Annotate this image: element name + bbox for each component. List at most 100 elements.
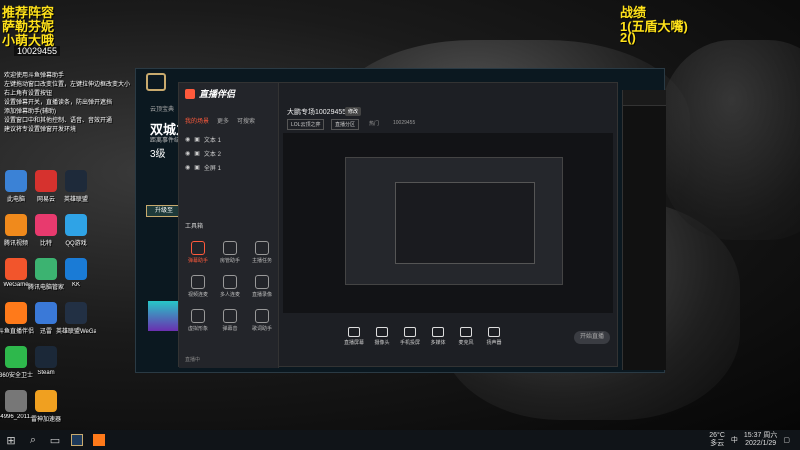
control-icon (404, 327, 416, 337)
desktop-icon[interactable]: 雷神加速器 (26, 390, 66, 423)
tool-button[interactable]: 房管助手 (215, 241, 245, 264)
app-icon (65, 302, 87, 324)
task-view-icon[interactable]: ▭ (44, 430, 66, 450)
tab-2[interactable]: 可搜索 (237, 116, 255, 125)
clock-date: 2022/1/29 (745, 440, 777, 447)
search-icon[interactable]: ⌕ (22, 430, 44, 450)
scene-panel: 直播伴侣 我的场景 更多 可搜索 ◉ ▣ 文本 1 ◉ ▣ 文本 2 ◉ ▣ 全屏 1 工具箱 弹幕… (179, 83, 279, 368)
edit-badge[interactable]: 修改 (345, 107, 362, 116)
app-icon (65, 170, 87, 192)
language-indicator[interactable]: 中 (731, 435, 738, 445)
lock-icon[interactable]: ▣ (194, 164, 200, 171)
status-line: 直播中 (185, 357, 201, 363)
desktop-icon-label: 英雄联盟 (63, 197, 88, 203)
app-icon (5, 302, 27, 324)
level-text: 3级 (150, 149, 166, 160)
tab-0[interactable]: 我的场景 (185, 116, 209, 125)
tab-1[interactable]: 更多 (217, 116, 229, 125)
system-tray: 26°C 多云 中 15:37 周六 2022/1/29 ▢ (709, 430, 800, 450)
tool-button[interactable]: 主播任务 (247, 241, 277, 264)
category-1[interactable]: LOL云顶之弈 (287, 119, 325, 130)
bottom-control[interactable]: 直播屏幕 (339, 327, 369, 346)
start-live-button[interactable]: 开始直播 (574, 331, 610, 344)
tool-button[interactable]: 虚拟形象 (183, 309, 213, 332)
tool-label: 房管助手 (219, 258, 240, 264)
app-icon (5, 214, 27, 236)
eye-icon[interactable]: ◉ (185, 136, 190, 143)
desktop-icon-label: 英雄联盟WeGame版 (56, 329, 96, 335)
tool-icon (191, 309, 205, 323)
tool-label: 弹幕助手 (187, 258, 208, 264)
desktop-icon[interactable]: QQ游戏 (56, 214, 96, 247)
app-icon (5, 170, 27, 192)
scene-label: 文本 1 (203, 137, 221, 144)
nested-preview-2 (395, 182, 535, 264)
tool-button[interactable]: 歌词助手 (247, 309, 277, 332)
danmaku-notice: 欢迎使用斗鱼弹幕助手 左键拖动窗口改变位置，左键拉伸边框改变大小 右上角有设置按钮设… (4, 72, 132, 135)
app-icon (35, 170, 57, 192)
start-button[interactable]: ⊞ (0, 430, 22, 450)
control-label: 摄像头 (374, 340, 390, 346)
desktop-icon[interactable]: 英雄联盟WeGame版 (56, 302, 96, 335)
tool-button[interactable]: 直播录像 (247, 275, 277, 298)
scene-label: 全屏 1 (203, 165, 221, 172)
app-icon (65, 214, 87, 236)
control-label: 手机投屏 (399, 340, 420, 346)
app-icon (5, 346, 27, 368)
toolbox-title: 工具箱 (185, 224, 204, 230)
tool-button[interactable]: 多人连麦 (215, 275, 245, 298)
lock-icon[interactable]: ▣ (194, 136, 200, 143)
tool-label: 主播任务 (251, 258, 272, 264)
desktop-icon[interactable]: Steam (26, 346, 66, 376)
tool-icon (223, 275, 237, 289)
app-icon (5, 258, 27, 280)
app-icon (5, 390, 27, 412)
app-icon (35, 214, 57, 236)
explorer-toolbar (623, 90, 666, 106)
scene-row[interactable]: ◉ ▣ 文本 1 (179, 132, 278, 146)
bottom-control[interactable]: 麦克风 (451, 327, 481, 346)
notice-line: 设置弹幕开关，直播读条，防出弹开遮挡 (4, 100, 113, 106)
scene-row[interactable]: ◉ ▣ 全屏 1 (179, 160, 278, 174)
app-icon (35, 302, 57, 324)
tool-label: 多人连麦 (219, 292, 240, 298)
category-2[interactable]: 直播分区 (331, 119, 360, 130)
tool-icon (255, 309, 269, 323)
notice-line: 左键拖动窗口改变位置，左键拉伸边框改变大小 (4, 82, 131, 88)
room-title: 大鹏专场10029455 (287, 109, 347, 116)
clock-time: 15:37 周六 (743, 432, 778, 439)
desktop-icon-label: 雷神加速器 (30, 417, 61, 423)
bottom-control[interactable]: 扬声器 (479, 327, 509, 346)
eye-icon[interactable]: ◉ (185, 164, 190, 171)
bottom-control[interactable]: 手机投屏 (395, 327, 425, 346)
desktop-icon[interactable]: KK (56, 258, 96, 288)
taskbar-app-icon[interactable] (66, 430, 88, 450)
desktop-icon[interactable]: 英雄联盟 (56, 170, 96, 203)
file-explorer-window[interactable] (622, 90, 666, 370)
notification-icon[interactable]: ▢ (783, 436, 790, 444)
tool-button[interactable]: 弹幕助手 (183, 241, 213, 264)
scene-list: ◉ ▣ 文本 1 ◉ ▣ 文本 2 ◉ ▣ 全屏 1 (179, 132, 278, 174)
scene-row[interactable]: ◉ ▣ 文本 2 (179, 146, 278, 160)
app-icon (65, 258, 87, 280)
control-label: 多媒体 (430, 340, 446, 346)
bottom-control[interactable]: 摄像头 (367, 327, 397, 346)
upgrade-button[interactable]: 升级至 (146, 205, 182, 217)
tool-icon (191, 241, 205, 255)
champion-card[interactable] (148, 301, 178, 331)
weather-label: 多云 (710, 440, 725, 447)
tool-icon (223, 309, 237, 323)
eye-icon[interactable]: ◉ (185, 150, 190, 157)
room-id-label: 10029455 (14, 46, 61, 56)
notice-line: 右上角有设置按钮 (4, 91, 53, 97)
lol-tab[interactable]: 云顶宝典 (150, 104, 174, 113)
lock-icon[interactable]: ▣ (194, 150, 200, 157)
tool-button[interactable]: 弹幕音 (215, 309, 245, 332)
desktop-icon-label: Steam (37, 370, 55, 376)
taskbar: ⊞ ⌕ ▭ 26°C 多云 中 15:37 周六 2022/1/29 ▢ (0, 430, 800, 450)
app-icon (35, 346, 57, 368)
bottom-control[interactable]: 多媒体 (423, 327, 453, 346)
clock[interactable]: 15:37 周六 2022/1/29 (744, 432, 777, 448)
taskbar-app-icon[interactable] (88, 430, 110, 450)
tool-button[interactable]: 视频连麦 (183, 275, 213, 298)
